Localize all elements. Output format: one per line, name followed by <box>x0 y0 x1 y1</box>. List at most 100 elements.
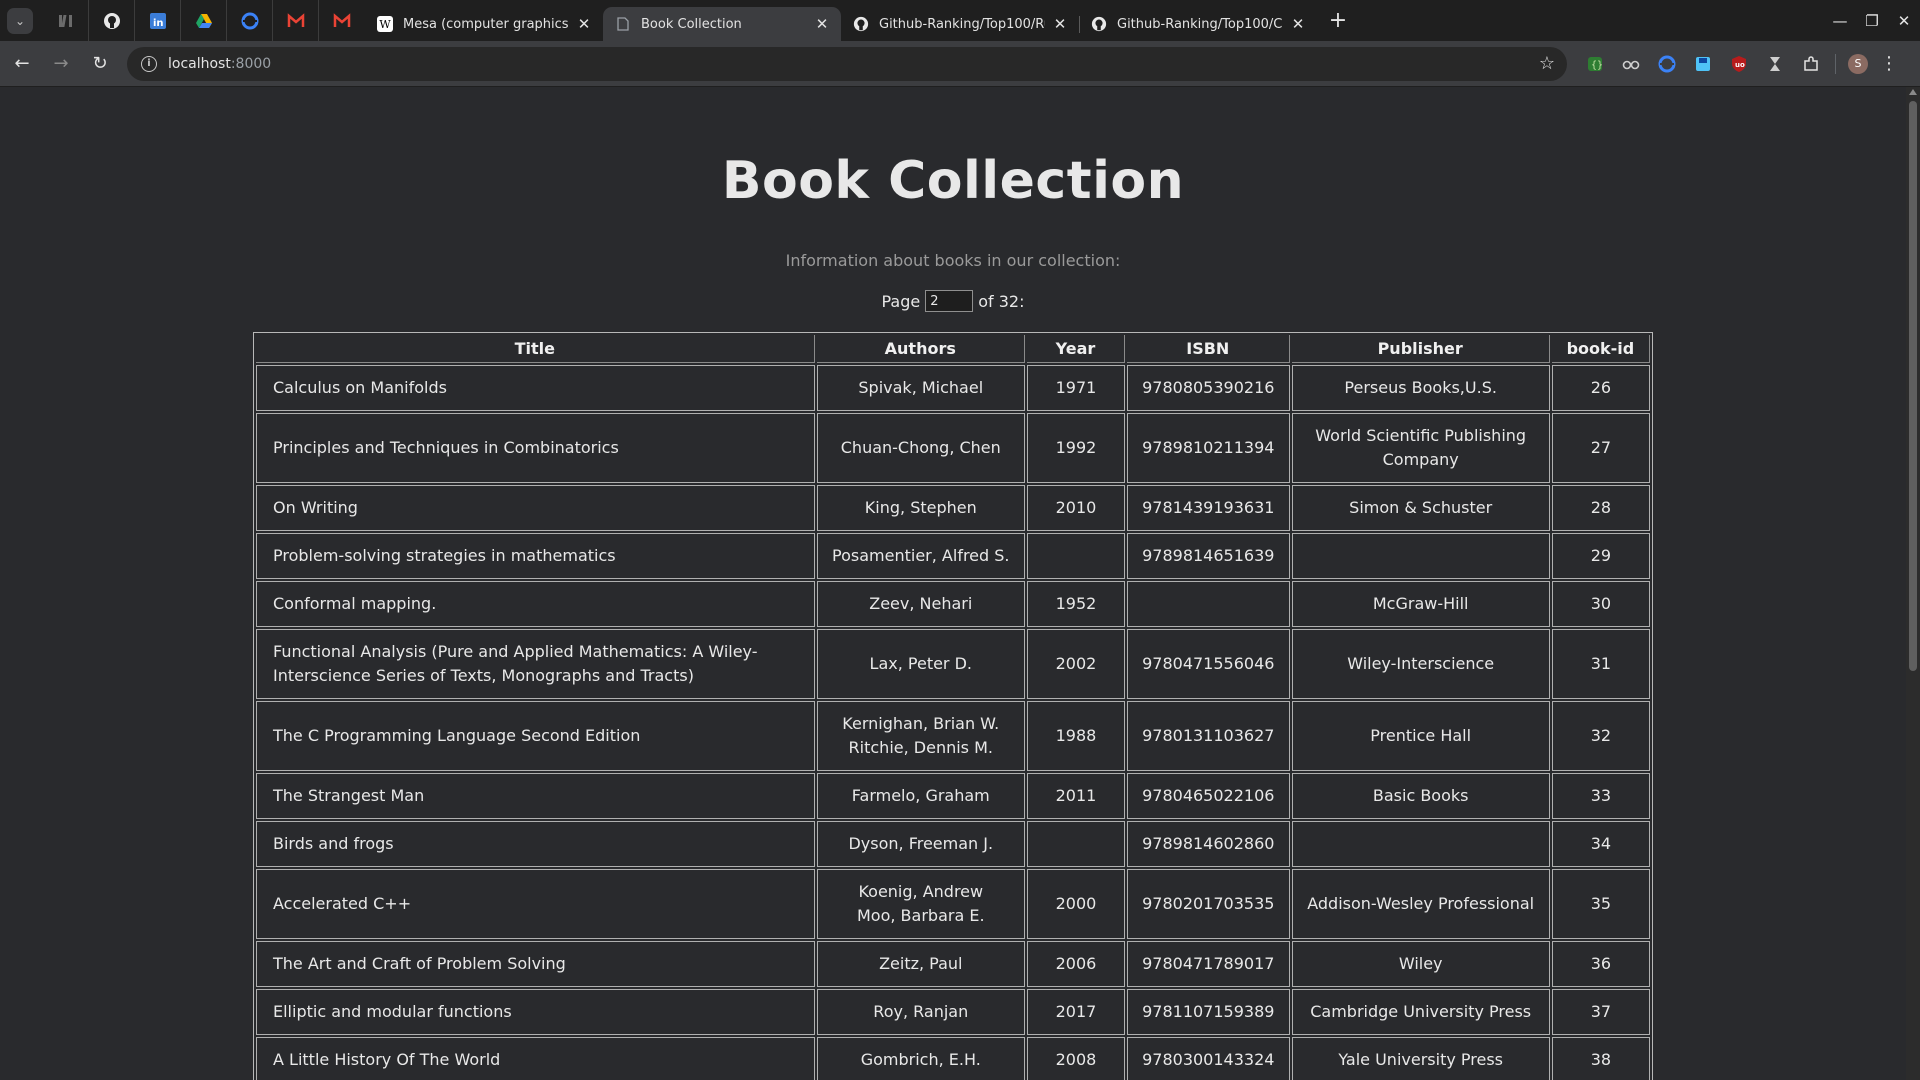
extension-button[interactable] <box>1757 47 1793 81</box>
sync-icon <box>241 12 258 29</box>
sync-extension-icon <box>1658 55 1676 72</box>
author-name: Zeev, Nehari <box>869 594 973 613</box>
scroll-up-arrow-icon[interactable] <box>1909 89 1917 95</box>
author-name: Ritchie, Dennis M. <box>848 738 993 757</box>
close-icon[interactable]: ✕ <box>575 15 593 33</box>
tab-github-rust[interactable]: Github-Ranking/Top100/Rust ✕ <box>841 7 1080 41</box>
cell-year: 1971 <box>1026 365 1125 411</box>
table-row: The Art and Craft of Problem Solving Zeit… <box>256 941 1650 987</box>
address-bar[interactable]: i localhost:8000 ☆ <box>127 46 1567 81</box>
pinned-tab-gmail-2[interactable] <box>319 0 365 41</box>
glasses-icon <box>1622 60 1640 69</box>
forward-button[interactable]: → <box>44 47 78 81</box>
cell-isbn: 9780805390216 <box>1127 365 1290 411</box>
cell-publisher: Wiley <box>1291 941 1550 987</box>
author-name: Moo, Barbara E. <box>857 906 985 925</box>
window-controls: — ❐ ✕ <box>1824 0 1920 41</box>
cell-title: Calculus on Manifolds <box>256 365 815 411</box>
reload-button[interactable]: ↻ <box>83 47 117 81</box>
header-publisher[interactable]: Publisher <box>1291 335 1550 363</box>
cell-authors: Posamentier, Alfred S. <box>816 533 1025 579</box>
address-host: localhost <box>168 55 231 72</box>
cell-isbn: 9780201703535 <box>1127 869 1290 939</box>
pinned-tab-drive[interactable] <box>181 0 227 41</box>
library-icon <box>58 14 72 27</box>
header-isbn[interactable]: ISBN <box>1127 335 1290 363</box>
cell-isbn: 9780300143324 <box>1127 1037 1290 1080</box>
pinned-tab-linkedin[interactable]: in <box>135 0 181 41</box>
profile-avatar[interactable]: S <box>1848 53 1868 74</box>
bookmark-star-icon[interactable]: ☆ <box>1539 53 1555 74</box>
close-icon[interactable]: ✕ <box>1051 15 1069 33</box>
minimize-icon[interactable]: — <box>1824 5 1856 37</box>
github-icon <box>103 12 120 29</box>
ublock-icon: uo <box>1732 55 1746 72</box>
extension-button[interactable] <box>1613 47 1649 81</box>
books-table: Title Authors Year ISBN Publisher book-i… <box>253 332 1653 1080</box>
cell-title: Accelerated C++ <box>256 869 815 939</box>
hourglass-icon <box>1770 56 1780 71</box>
browser-toolbar: ← → ↻ i localhost:8000 ☆ {} uo S ⋮ <box>0 41 1920 87</box>
tab-title: Book Collection <box>641 16 742 32</box>
author-name: Zeitz, Paul <box>879 954 963 973</box>
header-title[interactable]: Title <box>256 335 815 363</box>
cell-book-id: 30 <box>1551 581 1650 627</box>
svg-text:in: in <box>153 18 164 29</box>
cell-authors: Zeev, Nehari <box>816 581 1025 627</box>
cell-year: 2000 <box>1026 869 1125 939</box>
pagination: Page of 32: <box>0 290 1906 312</box>
close-icon[interactable]: ✕ <box>813 15 831 33</box>
pager-prefix: Page <box>881 291 921 311</box>
scrollbar-thumb[interactable] <box>1909 101 1917 671</box>
tab-github-cpp[interactable]: Github-Ranking/Top100/CPP ✕ <box>1079 7 1317 41</box>
close-window-icon[interactable]: ✕ <box>1888 5 1920 37</box>
tab-book-collection[interactable]: Book Collection ✕ <box>603 7 841 41</box>
page-scrollbar[interactable] <box>1906 87 1920 1080</box>
header-year[interactable]: Year <box>1026 335 1125 363</box>
cell-year: 1952 <box>1026 581 1125 627</box>
cell-book-id: 28 <box>1551 485 1650 531</box>
pinned-tab-sync[interactable] <box>227 0 273 41</box>
cell-year: 2002 <box>1026 629 1125 699</box>
cell-title: A Little History Of The World <box>256 1037 815 1080</box>
new-tab-button[interactable]: + <box>1323 6 1353 36</box>
extension-button[interactable] <box>1649 47 1685 81</box>
site-info-icon[interactable]: i <box>141 55 157 72</box>
author-name: Koenig, Andrew <box>858 882 984 901</box>
cell-publisher: Wiley-Interscience <box>1291 629 1550 699</box>
cell-isbn: 9781439193631 <box>1127 485 1290 531</box>
pinned-tab-library[interactable] <box>43 0 89 41</box>
cell-isbn <box>1127 581 1290 627</box>
close-icon[interactable]: ✕ <box>1289 15 1307 33</box>
back-button[interactable]: ← <box>5 47 39 81</box>
cell-year: 1992 <box>1026 413 1125 483</box>
cell-authors: Dyson, Freeman J. <box>816 821 1025 867</box>
page-title: Book Collection <box>721 151 1185 211</box>
extensions-menu-button[interactable] <box>1793 47 1829 81</box>
cell-book-id: 34 <box>1551 821 1650 867</box>
author-name: Posamentier, Alfred S. <box>832 546 1010 565</box>
extension-button[interactable]: {} <box>1577 47 1613 81</box>
cell-isbn: 9780131103627 <box>1127 701 1290 771</box>
table-row: Calculus on Manifolds Spivak, Michael 1971… <box>256 365 1650 411</box>
table-row: The C Programming Language Second Editio… <box>256 701 1650 771</box>
cell-title: Problem-solving strategies in mathematic… <box>256 533 815 579</box>
header-authors[interactable]: Authors <box>816 335 1025 363</box>
browser-menu-icon[interactable]: ⋮ <box>1874 47 1904 81</box>
extension-green-icon: {} <box>1588 56 1603 71</box>
tab-mesa[interactable]: W Mesa (computer graphics) - W ✕ <box>365 7 604 41</box>
table-row: On Writing King, Stephen 2010 9781439193631… <box>256 485 1650 531</box>
extension-button[interactable] <box>1685 47 1721 81</box>
table-row: Problem-solving strategies in mathematic… <box>256 533 1650 579</box>
cell-year <box>1026 533 1125 579</box>
cell-isbn: 9789814651639 <box>1127 533 1290 579</box>
pinned-tab-github[interactable] <box>89 0 135 41</box>
pinned-tab-gmail[interactable] <box>273 0 319 41</box>
header-book-id[interactable]: book-id <box>1551 335 1650 363</box>
page-number-input[interactable] <box>925 290 974 312</box>
table-row: Accelerated C++ Koenig, Andrew Moo, Barbar… <box>256 869 1650 939</box>
restore-icon[interactable]: ❐ <box>1856 5 1888 37</box>
table-row: Birds and frogs Dyson, Freeman J. 97898146… <box>256 821 1650 867</box>
extension-button[interactable]: uo <box>1721 47 1757 81</box>
tab-search-button[interactable]: ⌄ <box>7 7 33 34</box>
